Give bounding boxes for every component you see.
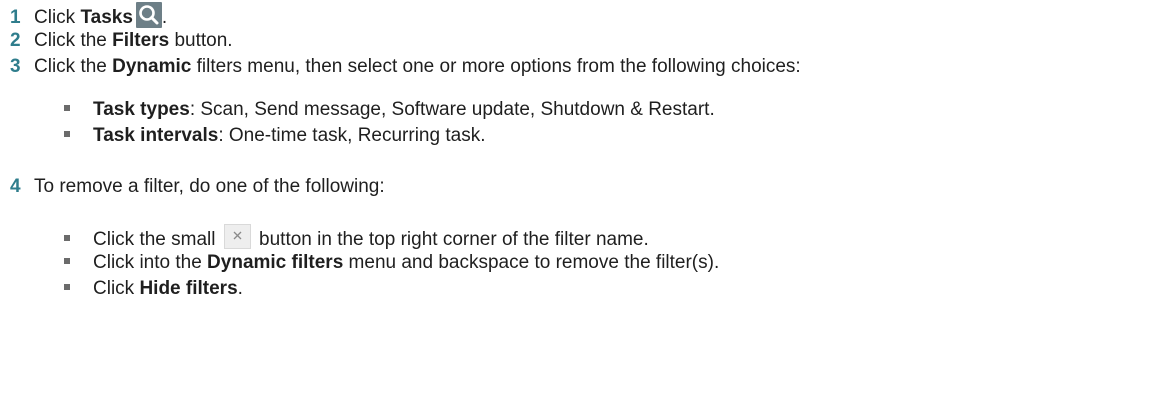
list-item: Task intervals: One-time task, Recurring…: [64, 123, 485, 149]
option-values: : Scan, Send message, Software update, S…: [189, 99, 715, 120]
step-text: button.: [169, 30, 233, 51]
step-number: 3: [10, 56, 21, 77]
bullet-marker: [64, 283, 70, 290]
ui-term-tasks: Tasks: [80, 7, 133, 28]
step-text: Click the small: [93, 229, 221, 250]
step-text: filters menu, then select one or more op…: [191, 56, 801, 77]
step-1: 1 Click Tasks.: [0, 2, 167, 31]
step-text: Click into the: [93, 252, 208, 273]
ui-term-hide-filters: Hide filters: [139, 278, 238, 299]
ui-term-filters: Filters: [112, 30, 170, 51]
step-text: Click the: [34, 30, 113, 51]
bullet-marker: [64, 257, 70, 264]
step-text: Click: [34, 7, 81, 28]
ui-term-dynamic-filters: Dynamic filters: [207, 252, 344, 273]
search-icon: [135, 2, 162, 28]
step-3: 3 Click the Dynamic filters menu, then se…: [0, 54, 801, 80]
bullet-marker: [64, 104, 70, 111]
step-text: button in the top right corner of the fi…: [253, 229, 649, 250]
step-text: menu and backspace to remove the filter(…: [343, 252, 720, 273]
list-item: Click into the Dynamic filters menu and …: [64, 250, 719, 276]
bullet-marker: [64, 130, 70, 137]
option-label: Task intervals: [93, 125, 219, 146]
step-text: To remove a filter, do one of the follow…: [34, 176, 385, 197]
step-text: Click the: [34, 56, 113, 77]
list-item: Task types: Scan, Send message, Software…: [64, 97, 715, 123]
step-text: Click: [93, 278, 140, 299]
close-icon: [223, 224, 251, 249]
step-text: .: [161, 7, 168, 28]
option-label: Task types: [93, 99, 190, 120]
step-4: 4 To remove a filter, do one of the follo…: [0, 174, 385, 200]
step-number: 4: [10, 176, 21, 197]
option-values: : One-time task, Recurring task.: [218, 125, 486, 146]
step-number: 2: [10, 30, 21, 51]
ui-term-dynamic: Dynamic: [112, 56, 192, 77]
step-2: 2 Click the Filters button.: [0, 28, 233, 54]
step-text: .: [237, 278, 243, 299]
bullet-marker: [64, 234, 70, 241]
list-item: Click Hide filters.: [64, 276, 243, 302]
list-item: Click the small button in the top right …: [64, 224, 649, 253]
